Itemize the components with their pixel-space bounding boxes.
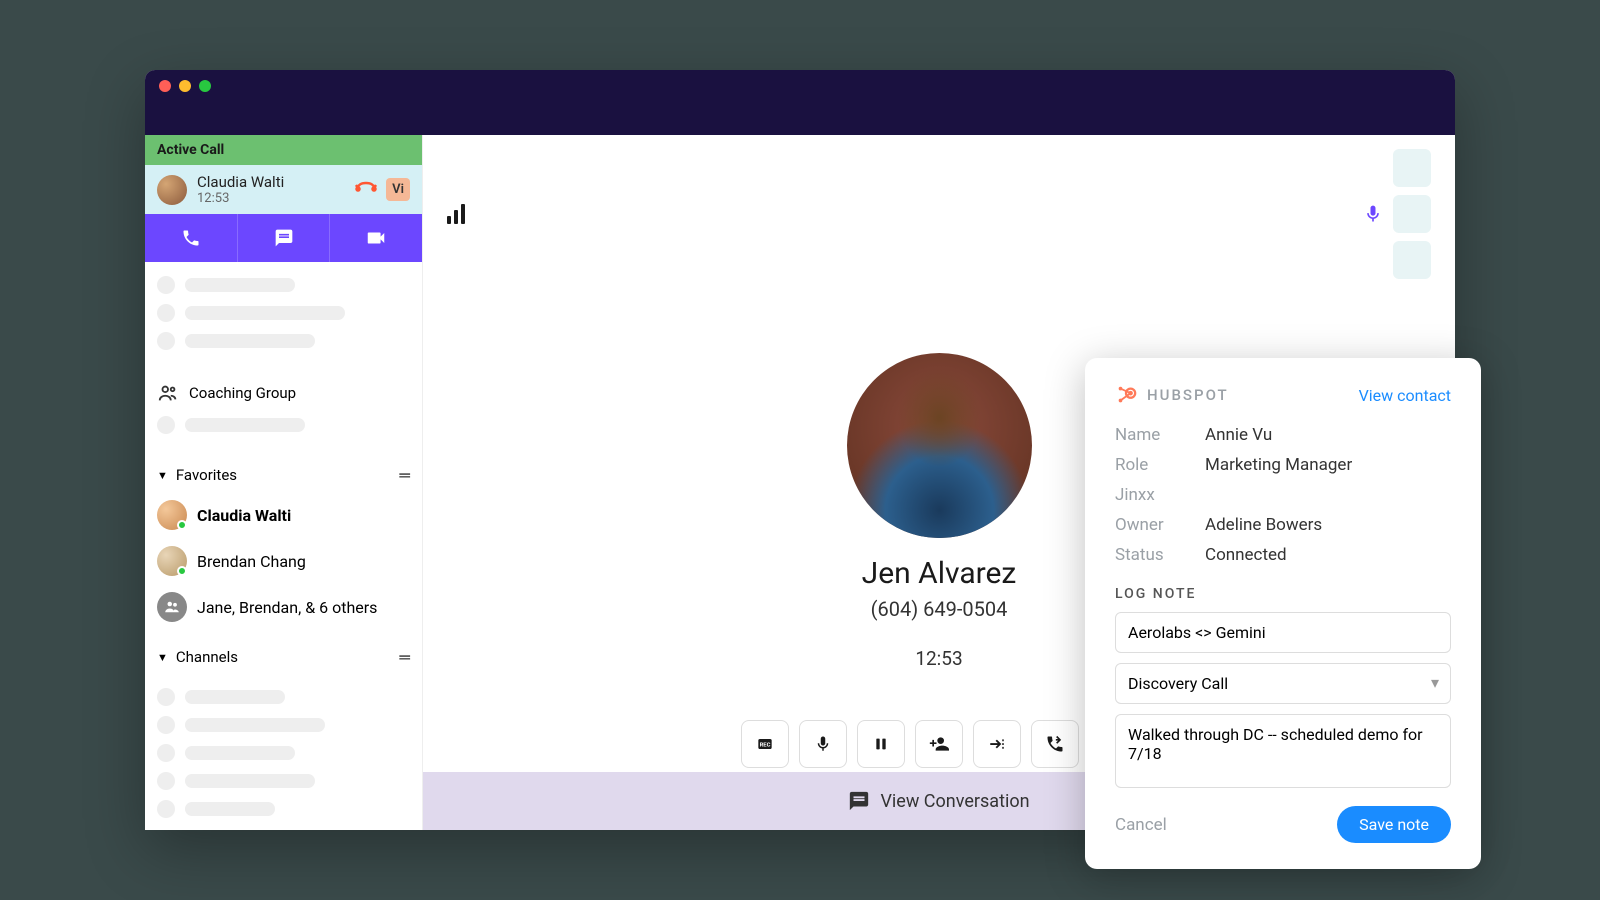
caller-name: Jen Alvarez [862, 556, 1017, 591]
crm-company: Jinxx [1115, 485, 1205, 505]
transfer-icon[interactable] [354, 178, 378, 202]
integration-button[interactable] [1393, 241, 1431, 279]
crm-field-label: Name [1115, 425, 1205, 445]
signal-strength-icon [447, 204, 465, 224]
sidebar: Active Call Claudia Walti 12:53 Vi [145, 135, 423, 830]
video-tab[interactable] [329, 214, 422, 262]
drag-handle-icon[interactable]: ═ [399, 466, 410, 484]
record-button[interactable]: REC [741, 720, 789, 768]
close-window-button[interactable] [159, 80, 171, 92]
vi-badge: Vi [386, 178, 410, 201]
favorite-name: Brendan Chang [197, 552, 306, 571]
active-call-card[interactable]: Claudia Walti 12:53 Vi [145, 165, 422, 214]
coaching-skeleton [145, 412, 422, 458]
forward-button[interactable] [1031, 720, 1079, 768]
coaching-group-item[interactable]: Coaching Group [145, 374, 422, 412]
window-titlebar [145, 70, 1455, 135]
crm-field-value: Annie Vu [1205, 425, 1272, 445]
favorite-item[interactable]: Brendan Chang [145, 538, 422, 584]
call-duration: 12:53 [197, 191, 344, 206]
drag-handle-icon[interactable]: ═ [399, 648, 410, 666]
topbar [423, 135, 1455, 293]
transfer-button[interactable] [973, 720, 1021, 768]
hubspot-icon [1115, 384, 1137, 406]
message-tab[interactable] [237, 214, 330, 262]
favorite-name: Jane, Brendan, & 6 others [197, 598, 377, 617]
chat-icon [848, 790, 870, 812]
maximize-window-button[interactable] [199, 80, 211, 92]
favorites-header[interactable]: ▼ Favorites ═ [145, 458, 422, 492]
favorite-item[interactable]: Claudia Walti [145, 492, 422, 538]
cancel-button[interactable]: Cancel [1115, 815, 1167, 835]
crm-field-value: Adeline Bowers [1205, 515, 1322, 535]
favorites-label: Favorites [176, 466, 237, 484]
avatar [157, 500, 187, 530]
caret-down-icon: ▼ [157, 469, 168, 482]
coaching-icon [157, 382, 179, 404]
minimize-window-button[interactable] [179, 80, 191, 92]
coaching-group-label: Coaching Group [189, 384, 296, 402]
communication-tabs [145, 214, 422, 262]
view-conversation-label: View Conversation [880, 791, 1029, 812]
presence-indicator [177, 520, 187, 530]
crm-field-label: Owner [1115, 515, 1205, 535]
add-participant-button[interactable] [915, 720, 963, 768]
mute-button[interactable] [799, 720, 847, 768]
group-icon [163, 598, 181, 616]
microphone-icon[interactable] [1363, 202, 1383, 226]
caller-name: Claudia Walti [197, 173, 344, 191]
integration-button[interactable] [1393, 149, 1431, 187]
caret-down-icon: ▼ [157, 651, 168, 664]
channels-label: Channels [176, 648, 238, 666]
caller-avatar [847, 353, 1032, 538]
avatar [157, 175, 187, 205]
message-icon [274, 228, 294, 248]
crm-field-label: Role [1115, 455, 1205, 475]
svg-text:REC: REC [760, 743, 771, 749]
avatar [157, 546, 187, 576]
log-note-header: LOG NOTE [1115, 586, 1451, 602]
recent-skeleton [145, 262, 422, 374]
call-controls: REC [741, 720, 1137, 768]
integration-button[interactable] [1393, 195, 1431, 233]
phone-icon [181, 228, 201, 248]
phone-tab[interactable] [145, 214, 237, 262]
crm-field-label: Status [1115, 545, 1205, 565]
presence-indicator [177, 566, 187, 576]
note-subject-input[interactable] [1115, 612, 1451, 653]
save-note-button[interactable]: Save note [1337, 806, 1451, 843]
call-timer: 12:53 [915, 647, 962, 670]
hold-button[interactable] [857, 720, 905, 768]
crm-brand-label: HUBSPOT [1147, 386, 1229, 404]
call-type-select[interactable] [1115, 663, 1451, 704]
channels-header[interactable]: ▼ Channels ═ [145, 640, 422, 674]
crm-field-value: Marketing Manager [1205, 455, 1352, 475]
note-body-textarea[interactable] [1115, 714, 1451, 788]
favorite-group-item[interactable]: Jane, Brendan, & 6 others [145, 584, 422, 630]
active-call-banner: Active Call [145, 135, 422, 165]
crm-field-value: Connected [1205, 545, 1287, 565]
video-icon [365, 227, 387, 249]
favorite-name: Claudia Walti [197, 506, 291, 525]
group-avatar [157, 592, 187, 622]
caller-phone: (604) 649-0504 [871, 597, 1008, 621]
crm-panel: HUBSPOT View contact NameAnnie Vu RoleMa… [1085, 358, 1481, 869]
channels-skeleton [145, 674, 422, 842]
view-contact-link[interactable]: View contact [1359, 386, 1451, 405]
